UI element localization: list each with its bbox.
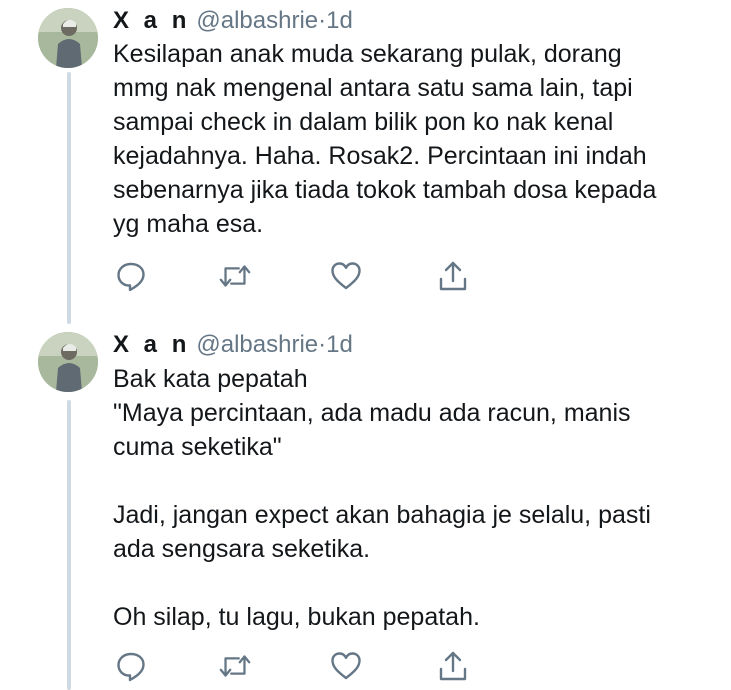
avatar[interactable] (38, 332, 98, 392)
share-icon (439, 651, 467, 681)
tweet[interactable]: X a n @albashrie·1d Kesilapan anak muda s… (0, 0, 731, 320)
reply-button[interactable] (113, 258, 149, 294)
reply-icon (117, 652, 145, 682)
separator-dot: · (318, 7, 327, 34)
avatar-image (38, 8, 98, 68)
retweet-button[interactable] (217, 258, 253, 294)
like-button[interactable] (328, 258, 364, 294)
tweet-timestamp[interactable]: 1d (326, 7, 353, 34)
avatar[interactable] (38, 8, 98, 68)
tweet-thread: X a n @albashrie·1d Kesilapan anak muda s… (0, 0, 731, 690)
separator-dot: · (318, 331, 327, 358)
tweet-actions (113, 258, 533, 294)
like-icon (331, 262, 361, 290)
tweet[interactable]: X a n @albashrie·1d Bak kata pepatah "May… (0, 320, 731, 690)
author-handle[interactable]: @albashrie (196, 7, 318, 34)
retweet-icon (219, 265, 251, 287)
share-button[interactable] (435, 648, 471, 684)
author-name[interactable]: X a n (113, 331, 190, 358)
tweet-actions (113, 648, 533, 684)
retweet-icon (219, 655, 251, 677)
share-button[interactable] (435, 258, 471, 294)
reply-button[interactable] (113, 648, 149, 684)
like-button[interactable] (328, 648, 364, 684)
retweet-button[interactable] (217, 648, 253, 684)
tweet-text: Kesilapan anak muda sekarang pulak, dora… (113, 40, 657, 238)
avatar-image (38, 332, 98, 392)
author-handle[interactable]: @albashrie (196, 331, 318, 358)
share-icon (439, 261, 467, 291)
author-name[interactable]: X a n (113, 7, 190, 34)
tweet-timestamp[interactable]: 1d (326, 331, 353, 358)
reply-icon (117, 262, 145, 292)
like-icon (331, 652, 361, 680)
tweet-text: Bak kata pepatah "Maya percintaan, ada m… (113, 365, 651, 631)
